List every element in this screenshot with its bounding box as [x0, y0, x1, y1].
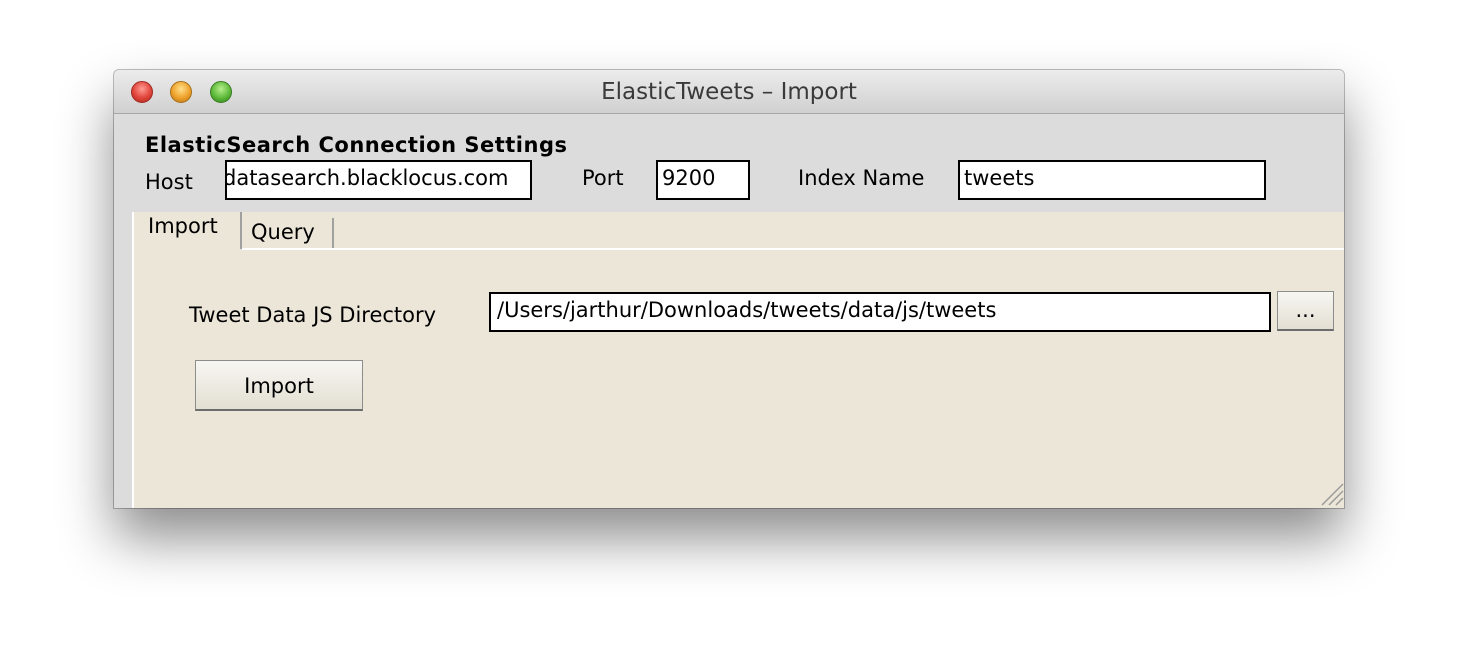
port-label: Port: [582, 166, 624, 190]
tab-panel: Import Query Tweet Data JS Directory /Us…: [132, 212, 1344, 508]
index-name-label: Index Name: [798, 166, 925, 190]
resize-grip-icon[interactable]: [1318, 480, 1344, 506]
tweet-dir-label: Tweet Data JS Directory: [189, 303, 437, 327]
app-window: ElasticTweets – Import ElasticSearch Con…: [114, 70, 1344, 508]
import-button[interactable]: Import: [195, 360, 363, 411]
tab-import[interactable]: Import: [134, 212, 242, 249]
title-bar[interactable]: ElasticTweets – Import: [114, 70, 1344, 114]
browse-button[interactable]: ...: [1277, 291, 1334, 331]
settings-heading: ElasticSearch Connection Settings: [145, 133, 568, 157]
tab-divider: [242, 248, 1344, 250]
window-title: ElasticTweets – Import: [601, 79, 857, 105]
tab-query[interactable]: Query: [242, 218, 334, 249]
index-name-input[interactable]: tweets: [958, 160, 1266, 200]
host-label: Host: [145, 170, 193, 194]
port-input[interactable]: 9200: [656, 160, 750, 200]
host-input[interactable]: datasearch.blacklocus.com: [225, 160, 532, 200]
tweet-dir-input[interactable]: /Users/jarthur/Downloads/tweets/data/js/…: [489, 292, 1271, 332]
